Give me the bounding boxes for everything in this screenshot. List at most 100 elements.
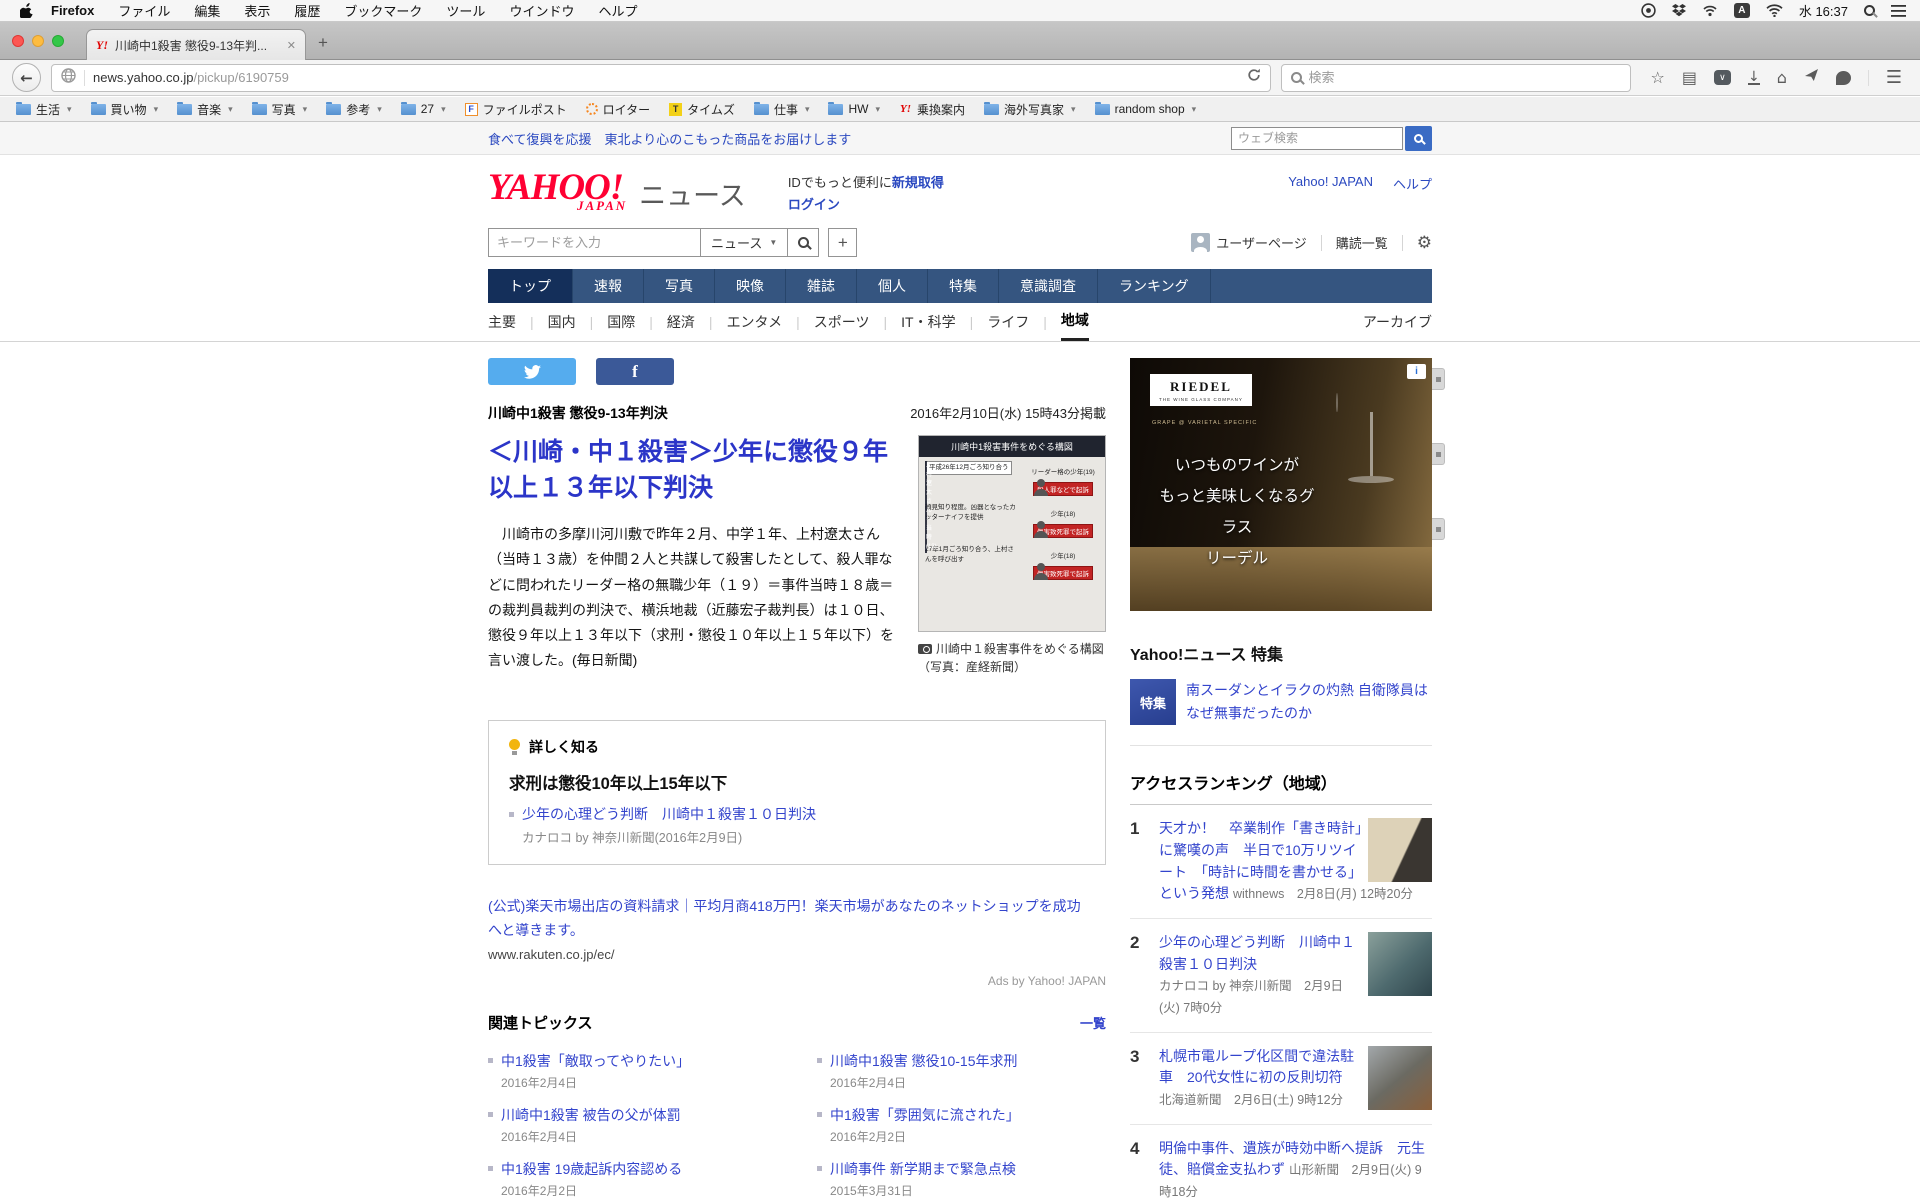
- promo-link[interactable]: 食べて復興を応援 東北より心のこもった商品をお届けします: [488, 129, 851, 148]
- ad-side-tab[interactable]: [1432, 518, 1445, 540]
- feature-link[interactable]: 南スーダンとイラクの灼熱 自衛隊員はなぜ無事だったのか: [1186, 679, 1432, 725]
- ads-by-label[interactable]: Ads by Yahoo! JAPAN: [488, 974, 1106, 988]
- menu-help[interactable]: ヘルプ: [598, 1, 637, 20]
- nav-tab-top[interactable]: トップ: [488, 269, 573, 303]
- hello-icon[interactable]: [1836, 71, 1851, 85]
- apple-menu-icon[interactable]: [20, 3, 33, 18]
- related-link[interactable]: 川崎事件 新学期まで緊急点検: [830, 1159, 1016, 1179]
- yahoo-japan-logo[interactable]: YAHOO! JAPAN: [488, 168, 629, 208]
- subnav-entertainment[interactable]: エンタメ: [727, 305, 783, 340]
- menubar-clock[interactable]: 水 16:37: [1799, 1, 1848, 20]
- menu-window[interactable]: ウインドウ: [509, 1, 574, 20]
- web-search-input[interactable]: [1231, 127, 1403, 150]
- bookmark-filepost[interactable]: Fファイルポスト: [465, 101, 567, 118]
- ad-info-icon[interactable]: i: [1407, 364, 1426, 379]
- news-search-button[interactable]: [788, 228, 819, 257]
- nav-tab-video[interactable]: 映像: [715, 269, 786, 303]
- bookmark-folder-photo[interactable]: 写真: [252, 101, 308, 118]
- browser-search-box[interactable]: [1281, 64, 1631, 92]
- bookmark-folder-hw[interactable]: HW: [828, 102, 880, 116]
- feature-item[interactable]: 特集 南スーダンとイラクの灼熱 自衛隊員はなぜ無事だったのか: [1130, 679, 1432, 725]
- zoom-window-button[interactable]: [52, 35, 64, 47]
- nav-tab-personal[interactable]: 個人: [857, 269, 928, 303]
- nav-tab-photo[interactable]: 写真: [644, 269, 715, 303]
- back-button[interactable]: ←: [12, 63, 41, 92]
- hotspot-icon[interactable]: [1702, 4, 1718, 17]
- ranking-link[interactable]: 札幌市電ループ化区間で違法駐車 20代女性に初の反則切符: [1159, 1048, 1354, 1086]
- new-tab-button[interactable]: +: [318, 34, 328, 51]
- keyword-input[interactable]: [488, 228, 700, 257]
- bookmark-star-icon[interactable]: ☆: [1651, 70, 1665, 86]
- riedel-ad[interactable]: RIEDEL THE WINE GLASS COMPANY GRAPE @ VA…: [1130, 358, 1432, 611]
- related-link[interactable]: 川崎中1殺害 被告の父が体罰: [501, 1105, 681, 1125]
- subnav-main[interactable]: 主要: [488, 305, 516, 340]
- bookmark-folder-27[interactable]: 27: [401, 102, 446, 116]
- ad-link[interactable]: (公式)楽天市場出店の資料請求｜平均月商418万円！楽天市場があなたのネットショ…: [488, 895, 1092, 943]
- nav-tab-magazine[interactable]: 雑誌: [786, 269, 857, 303]
- web-search-button[interactable]: [1405, 126, 1432, 151]
- input-method-icon[interactable]: A: [1734, 3, 1750, 18]
- subnav-economy[interactable]: 経済: [667, 305, 695, 340]
- spotlight-icon[interactable]: [1864, 5, 1875, 16]
- menu-edit[interactable]: 編集: [194, 1, 220, 20]
- menu-view[interactable]: 表示: [244, 1, 270, 20]
- tab-close-icon[interactable]: ✕: [287, 39, 296, 52]
- home-icon[interactable]: ⌂: [1777, 70, 1787, 86]
- related-topics-more-link[interactable]: 一覧: [1080, 1013, 1106, 1032]
- menu-tools[interactable]: ツール: [446, 1, 485, 20]
- ad-side-tab[interactable]: [1432, 443, 1445, 465]
- nav-tab-ranking[interactable]: ランキング: [1098, 269, 1211, 303]
- article-headline[interactable]: ＜川崎・中１殺害＞少年に懲役９年以上１３年以下判決: [488, 435, 902, 506]
- bookmark-folder-reference[interactable]: 参考: [326, 101, 382, 118]
- related-link[interactable]: 中1殺害「敵取ってやりたい」: [501, 1051, 690, 1071]
- bookmark-folder-overseas-photo[interactable]: 海外写真家: [984, 101, 1076, 118]
- bookmark-reuters[interactable]: ロイター: [586, 101, 651, 118]
- pocket-icon[interactable]: ∨: [1714, 70, 1731, 85]
- bookmark-folder-work[interactable]: 仕事: [754, 101, 810, 118]
- help-link[interactable]: ヘルプ: [1393, 174, 1432, 193]
- subnav-sports[interactable]: スポーツ: [814, 305, 870, 340]
- nav-tab-feature[interactable]: 特集: [928, 269, 999, 303]
- ranking-link[interactable]: 少年の心理どう判断 川崎中１殺害１０日判決: [1159, 934, 1355, 972]
- menu-bookmarks[interactable]: ブックマーク: [344, 1, 422, 20]
- browser-tab[interactable]: Y! 川崎中1殺害 懲役9-13年判... ✕: [86, 29, 306, 60]
- ad-side-tab[interactable]: [1432, 368, 1445, 390]
- bookmark-transit[interactable]: Y!乗換案内: [899, 101, 965, 118]
- subscriptions-link[interactable]: 購読一覧: [1336, 233, 1388, 252]
- menu-history[interactable]: 履歴: [294, 1, 320, 20]
- signup-link[interactable]: 新規取得: [892, 175, 944, 190]
- portal-link[interactable]: Yahoo! JAPAN: [1288, 174, 1373, 193]
- subnav-domestic[interactable]: 国内: [548, 305, 576, 340]
- minimize-window-button[interactable]: [32, 35, 44, 47]
- close-window-button[interactable]: [12, 35, 24, 47]
- twitter-share-button[interactable]: [488, 358, 576, 385]
- share-icon[interactable]: [1804, 68, 1819, 87]
- bookmark-folder-music[interactable]: 音楽: [177, 101, 233, 118]
- gear-icon[interactable]: ⚙: [1417, 233, 1432, 253]
- ranking-thumbnail[interactable]: [1368, 1046, 1432, 1110]
- bookmark-folder-random-shop[interactable]: random shop: [1095, 102, 1197, 116]
- search-category-dropdown[interactable]: ニュース: [700, 228, 788, 257]
- subnav-it-science[interactable]: IT・科学: [901, 305, 955, 340]
- related-link[interactable]: 中1殺害 19歳起訴内容認める: [501, 1159, 682, 1179]
- menu-icon[interactable]: ☰: [1886, 70, 1902, 86]
- dropbox-icon[interactable]: [1672, 4, 1686, 17]
- reload-icon[interactable]: [1247, 68, 1261, 87]
- archive-link[interactable]: アーカイブ: [1363, 312, 1432, 332]
- facebook-share-button[interactable]: f: [596, 358, 674, 385]
- user-page-link[interactable]: ユーザーページ: [1216, 233, 1306, 252]
- know-more-link[interactable]: 少年の心理どう判断 川崎中１殺害１０日判決: [522, 804, 816, 824]
- wifi-icon[interactable]: [1766, 4, 1783, 17]
- notification-center-icon[interactable]: [1891, 5, 1906, 17]
- bookmark-times[interactable]: Tタイムズ: [669, 101, 735, 118]
- add-search-button[interactable]: +: [828, 228, 857, 257]
- ranking-thumbnail[interactable]: [1368, 818, 1432, 882]
- url-bar[interactable]: news.yahoo.co.jp/pickup/6190759: [51, 64, 1271, 92]
- menu-file[interactable]: ファイル: [118, 1, 170, 20]
- browser-search-input[interactable]: [1309, 70, 1621, 85]
- ranking-thumbnail[interactable]: [1368, 932, 1432, 996]
- subnav-region[interactable]: 地域: [1061, 303, 1089, 341]
- login-link[interactable]: ログイン: [788, 197, 840, 212]
- reading-list-icon[interactable]: ▤: [1682, 70, 1697, 86]
- menubar-app-name[interactable]: Firefox: [51, 3, 94, 18]
